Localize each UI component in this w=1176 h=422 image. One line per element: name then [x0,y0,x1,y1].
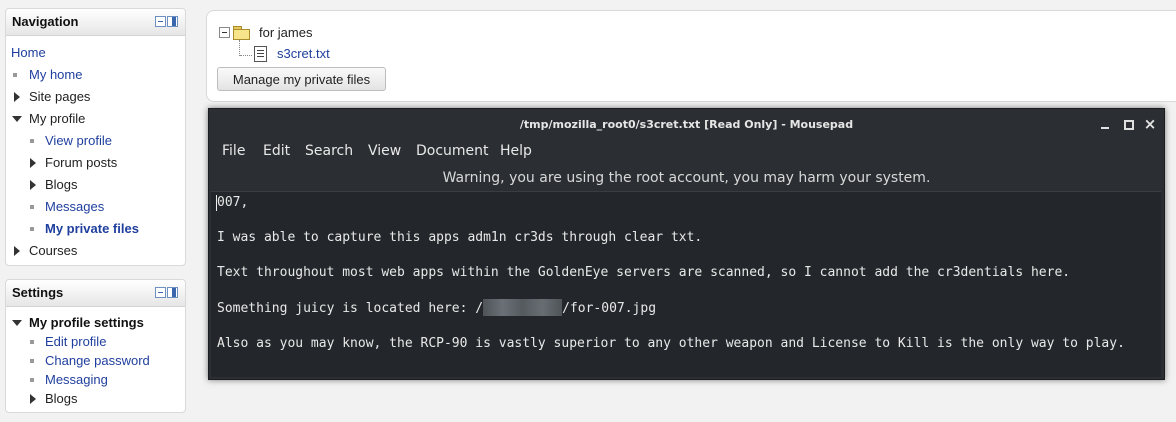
settings-item-label[interactable]: Messaging [45,370,108,390]
mousepad-window: /tmp/mozilla_root0/s3cret.txt [Read Only… [208,108,1165,380]
expand-arrow-icon[interactable] [30,180,36,190]
nav-item-label[interactable]: My private files [45,219,139,239]
settings-item-label[interactable]: Change password [45,351,150,371]
manage-private-files-button[interactable]: Manage my private files [217,67,386,91]
settings-item-label[interactable]: Edit profile [45,332,106,352]
collapse-arrow-icon[interactable] [12,116,22,122]
expand-arrow-icon[interactable] [30,158,36,168]
bullet-icon [30,227,34,231]
nav-item-label[interactable]: My home [29,65,82,85]
bullet-icon [30,378,34,382]
navigation-header: Navigation [6,9,185,36]
bullet-icon [30,205,34,209]
nav-item-label[interactable]: Messages [45,197,104,217]
window-title: /tmp/mozilla_root0/s3cret.txt [Read Only… [519,118,854,131]
expand-arrow-icon[interactable] [14,246,20,256]
navigation-block: Navigation Home My home Site pages My pr… [5,8,186,266]
menu-help[interactable]: Help [500,143,532,159]
file-link[interactable]: s3cret.txt [277,46,330,61]
bullet-icon [30,359,34,363]
text-line: I was able to capture this apps adm1n cr… [217,230,703,245]
text-line: Text throughout most web apps within the… [217,265,1071,280]
settings-title: Settings [12,285,64,300]
block-controls-icon[interactable] [155,16,178,27]
menu-search[interactable]: Search [305,143,353,159]
settings-header: Settings [6,280,185,307]
nav-item-label[interactable]: Courses [29,241,77,261]
text-line: 007, [217,195,249,210]
redacted-path [483,298,563,316]
text-line-prefix: Something juicy is located here: / [217,301,484,316]
text-file-icon [254,46,267,62]
text-line-suffix: /for-007.jpg [562,301,657,316]
maximize-icon[interactable] [1121,117,1135,131]
text-editor[interactable]: 007, I was able to capture this apps adm… [211,191,1161,377]
text-line: Something juicy is located here: / /for-0… [217,298,657,316]
text-line: Also as you may know, the RCP-90 is vast… [217,336,1125,351]
settings-item-label[interactable]: My profile settings [29,313,144,333]
settings-block: Settings My profile settings Edit profil… [5,279,186,413]
settings-item-label[interactable]: Blogs [45,389,78,409]
tree-connector [240,55,252,56]
root-warning: Warning, you are using the root account,… [442,170,931,186]
menu-bar: File Edit Search View Document Help [209,140,1164,164]
bullet-icon [30,340,34,344]
bullet-icon [13,73,17,77]
nav-item-label[interactable]: Home [11,43,46,63]
menu-view[interactable]: View [368,143,401,159]
collapse-tree-icon[interactable] [219,27,230,38]
close-icon[interactable]: × [1143,117,1157,132]
block-controls-icon[interactable] [155,287,178,298]
expand-arrow-icon[interactable] [14,92,20,102]
folder-icon [233,26,250,40]
tree-connector [239,40,240,56]
bullet-icon [30,139,34,143]
nav-item-label[interactable]: Forum posts [45,153,117,173]
window-titlebar[interactable]: /tmp/mozilla_root0/s3cret.txt [Read Only… [209,109,1164,140]
collapse-arrow-icon[interactable] [12,320,22,326]
nav-item-label[interactable]: Blogs [45,175,78,195]
navigation-title: Navigation [12,14,79,29]
nav-item-label[interactable]: Site pages [29,87,90,107]
folder-name[interactable]: for james [259,25,312,40]
nav-item-label[interactable]: My profile [29,109,85,129]
expand-arrow-icon[interactable] [30,394,36,404]
menu-file[interactable]: File [222,143,245,159]
menu-document[interactable]: Document [416,143,489,159]
menu-edit[interactable]: Edit [263,143,290,159]
minimize-icon[interactable] [1098,117,1112,131]
nav-item-label[interactable]: View profile [45,131,112,151]
